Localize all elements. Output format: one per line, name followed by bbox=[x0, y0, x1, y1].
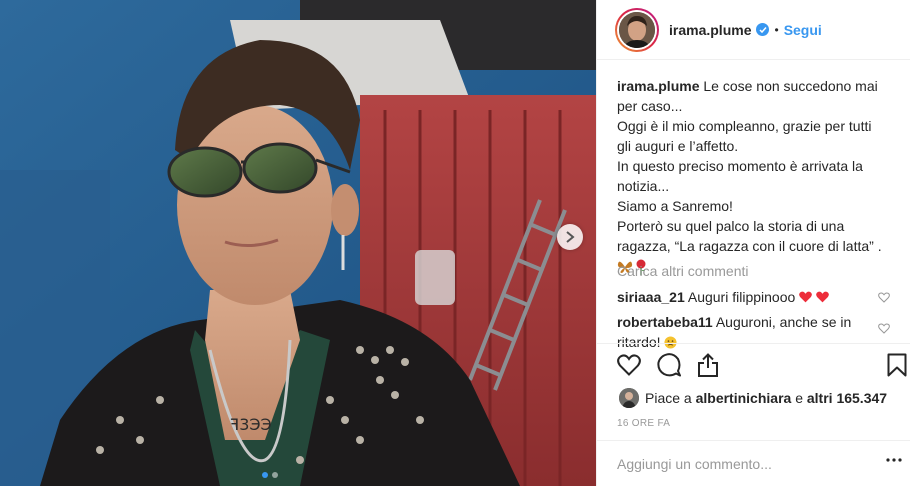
separator-dot: • bbox=[774, 22, 779, 37]
like-comment-heart-icon[interactable] bbox=[878, 323, 890, 334]
verified-badge-icon bbox=[756, 23, 770, 36]
share-icon bbox=[698, 353, 718, 377]
chevron-right-icon bbox=[566, 231, 575, 243]
liker-avatar-image bbox=[619, 388, 639, 408]
post-photo[interactable]: ꟻ3ЭЭ bbox=[0, 0, 596, 486]
bookmark-icon bbox=[887, 353, 907, 377]
action-bar bbox=[617, 352, 907, 378]
red-heart-emoji-icon bbox=[816, 291, 829, 303]
likes-summary: Piace a albertinichiara e altri 165.347 bbox=[619, 388, 887, 408]
actions-divider bbox=[597, 343, 910, 344]
comment-username[interactable]: robertabeba11 bbox=[617, 314, 713, 330]
share-button[interactable] bbox=[697, 353, 719, 377]
comment-button[interactable] bbox=[657, 353, 681, 377]
post-header: irama.plume • Segui bbox=[597, 0, 910, 60]
caption-line: Porterò su quel palco la storia di una r… bbox=[617, 218, 882, 254]
carousel-dot bbox=[272, 472, 278, 478]
red-heart-emoji-icon bbox=[799, 291, 813, 303]
likes-prefix: Piace a bbox=[645, 390, 692, 406]
portrait-image: ꟻ3ЭЭ bbox=[0, 0, 596, 486]
author-username[interactable]: irama.plume bbox=[669, 22, 751, 38]
load-more-comments[interactable]: Carica altri commenti bbox=[617, 263, 748, 279]
caption: irama.plume Le cose non succedono mai pe… bbox=[617, 76, 885, 276]
carousel-indicators bbox=[262, 472, 278, 478]
liker-avatar[interactable] bbox=[619, 388, 639, 408]
follow-button[interactable]: Segui bbox=[784, 22, 822, 38]
post-timestamp[interactable]: 16 ORE FA bbox=[617, 418, 670, 429]
add-comment-input[interactable]: Aggiungi un commento... bbox=[617, 456, 867, 472]
avatar[interactable] bbox=[615, 7, 659, 52]
more-options-icon[interactable] bbox=[886, 458, 902, 462]
likes-and: e bbox=[795, 390, 803, 406]
instagram-post: ꟻ3ЭЭ irama.plume • Segui irama.plume Le … bbox=[0, 0, 910, 486]
caption-username[interactable]: irama.plume bbox=[617, 78, 699, 94]
comment-icon bbox=[657, 353, 681, 377]
like-button[interactable] bbox=[617, 354, 641, 376]
likes-first-user[interactable]: albertinichiara bbox=[696, 390, 792, 406]
add-comment-divider bbox=[597, 440, 910, 441]
comment-row: siriaaa_21 Auguri filippinooo bbox=[617, 287, 867, 307]
heart-icon bbox=[617, 354, 641, 376]
comment-row: robertabeba11 Auguroni, anche se in rita… bbox=[617, 312, 867, 352]
save-button[interactable] bbox=[887, 353, 907, 377]
caption-line: Siamo a Sanremo! bbox=[617, 198, 733, 214]
caption-line: In questo preciso momento è arrivata la … bbox=[617, 158, 863, 194]
comment-username[interactable]: siriaaa_21 bbox=[617, 289, 685, 305]
likes-count[interactable]: altri 165.347 bbox=[807, 390, 887, 406]
svg-text:ꟻ3ЭЭ: ꟻ3ЭЭ bbox=[230, 415, 272, 434]
carousel-dot bbox=[262, 472, 268, 478]
post-side-panel: irama.plume • Segui irama.plume Le cose … bbox=[596, 0, 910, 486]
comment-text: Auguri filippinooo bbox=[687, 289, 796, 305]
caption-line: Oggi è il mio compleanno, grazie per tut… bbox=[617, 118, 872, 154]
like-comment-heart-icon[interactable] bbox=[878, 292, 890, 303]
avatar-image bbox=[619, 11, 655, 48]
next-photo-button[interactable] bbox=[557, 224, 583, 250]
